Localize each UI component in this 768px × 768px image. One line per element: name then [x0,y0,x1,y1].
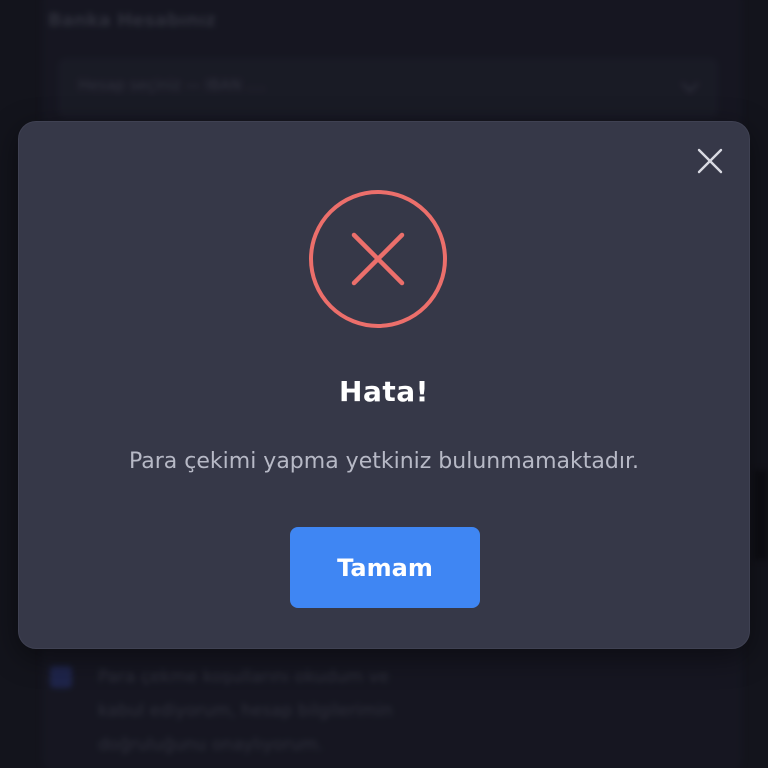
dialog-message: Para çekimi yapma yetkiniz bulunmamaktad… [129,449,639,474]
close-button[interactable] [695,146,725,176]
error-x-circle-icon [308,189,448,329]
ok-button[interactable]: Tamam [290,527,480,608]
screen: Banka Hesabınız Hesap seçiniz — IBAN ...… [0,0,768,768]
dialog-title: Hata! [339,375,429,408]
error-dialog: Hata! Para çekimi yapma yetkiniz bulunma… [18,121,750,649]
close-icon [697,148,723,174]
